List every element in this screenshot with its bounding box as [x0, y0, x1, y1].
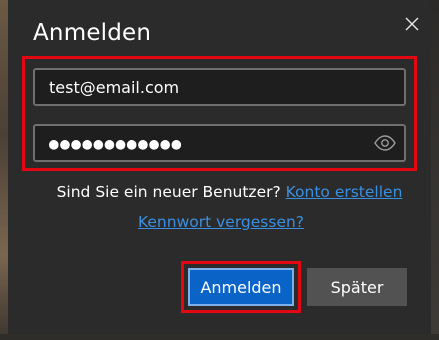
email-field[interactable]: test@email.com	[33, 68, 406, 106]
background-right	[431, 0, 439, 340]
forgot-password-link[interactable]: Kennwort vergessen?	[138, 213, 304, 231]
sign-in-dialog: Anmelden test@email.com ●●●●●●●●●●●● Sin…	[8, 0, 431, 334]
signin-button[interactable]: Anmelden	[188, 268, 294, 306]
new-user-line: Sind Sie ein neuer Benutzer? Konto erste…	[8, 183, 431, 201]
new-user-question: Sind Sie ein neuer Benutzer?	[56, 183, 281, 201]
close-button[interactable]	[398, 10, 426, 38]
dialog-title: Anmelden	[33, 20, 152, 46]
password-field[interactable]: ●●●●●●●●●●●●	[33, 124, 406, 162]
background-bottom	[0, 334, 439, 340]
eye-icon[interactable]	[374, 135, 396, 151]
close-icon	[405, 17, 419, 31]
create-account-link[interactable]: Konto erstellen	[286, 183, 403, 201]
email-value: test@email.com	[49, 77, 180, 97]
background-left	[0, 0, 8, 340]
password-value: ●●●●●●●●●●●●	[49, 133, 183, 153]
later-button[interactable]: Später	[307, 268, 407, 306]
